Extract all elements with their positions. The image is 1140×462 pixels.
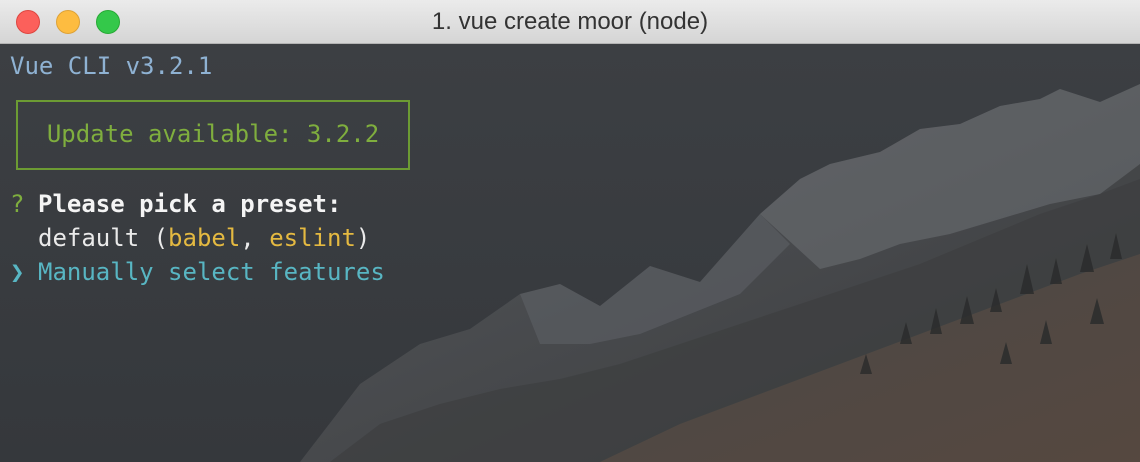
prompt-question: Please pick a preset: xyxy=(38,190,342,218)
cli-version-line: Vue CLI v3.2.1 xyxy=(10,52,213,80)
update-notice-box: Update available: 3.2.2 xyxy=(16,100,410,170)
title-bar[interactable]: 1. vue create moor (node) xyxy=(0,0,1140,44)
option-prefix: default ( xyxy=(38,224,169,252)
update-notice-text: Update available: 3.2.2 xyxy=(46,120,380,148)
pointer-icon: ❯ xyxy=(10,258,25,286)
preset-option-default[interactable]: default (babel, eslint) xyxy=(38,224,370,252)
option-tag-eslint: eslint xyxy=(269,224,356,252)
option-separator: , xyxy=(240,224,270,252)
prompt-marker: ? xyxy=(10,190,25,218)
option-tag-babel: babel xyxy=(168,224,241,252)
terminal-window: 1. vue create moor (node) Vue CLI v3.2.1… xyxy=(0,0,1140,462)
terminal-output: Vue CLI v3.2.1 Update available: 3.2.2 ?… xyxy=(0,44,1140,462)
preset-option-manual[interactable]: Manually select features xyxy=(38,258,385,286)
window-title: 1. vue create moor (node) xyxy=(431,8,709,35)
terminal-content[interactable]: Vue CLI v3.2.1 Update available: 3.2.2 ?… xyxy=(0,44,1140,462)
option-suffix: ) xyxy=(355,224,371,252)
